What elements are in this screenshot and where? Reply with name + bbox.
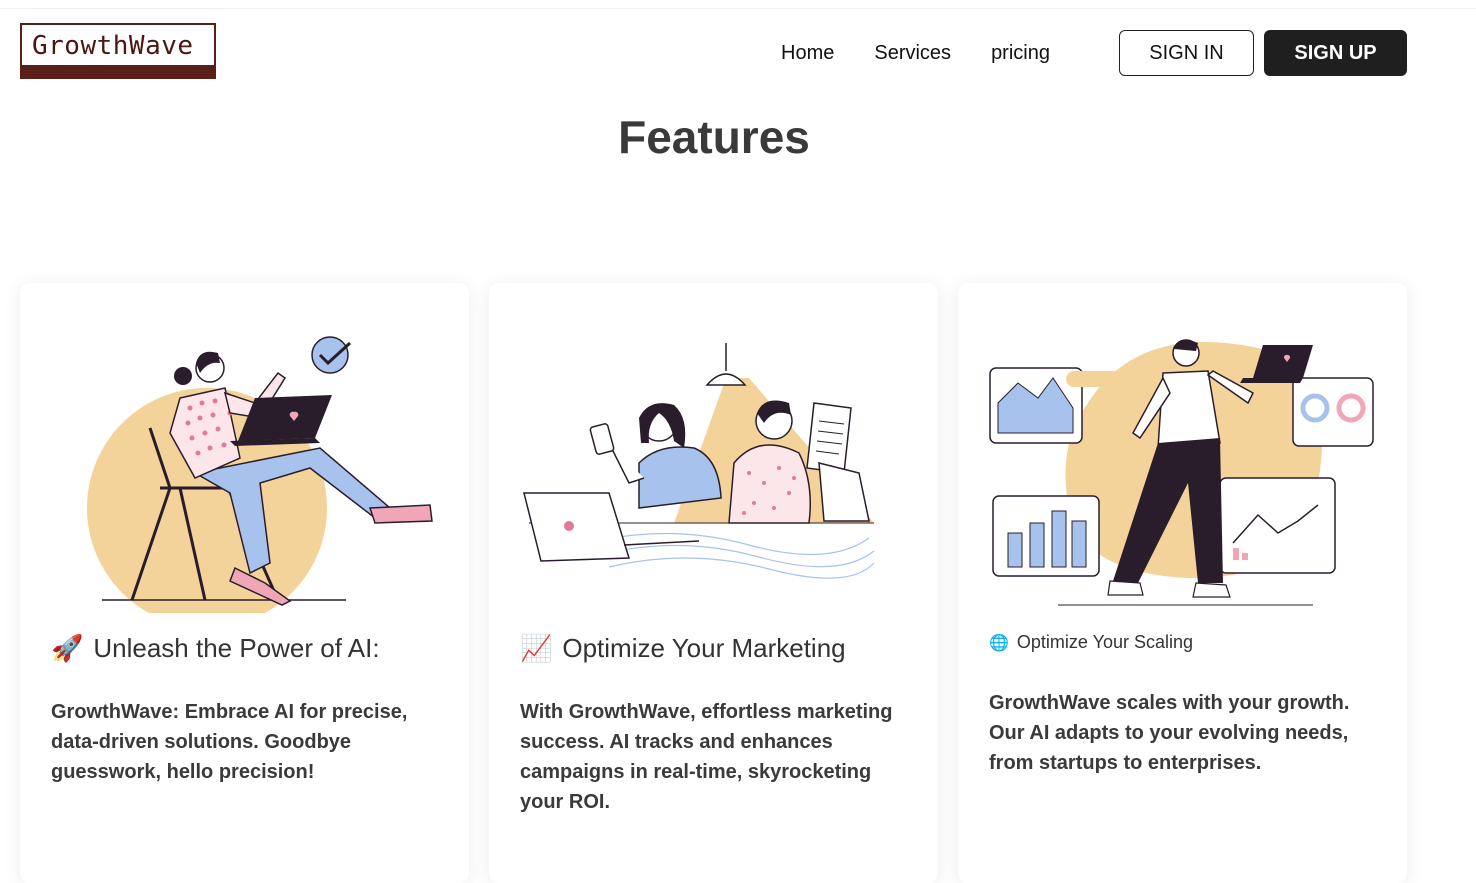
logo-bar xyxy=(22,65,214,77)
illustration-team-working xyxy=(523,343,875,579)
page-title: Features xyxy=(618,111,810,163)
card-title: Optimize Your Marketing xyxy=(562,633,846,663)
card-title-row: 📈 Optimize Your Marketing xyxy=(520,633,846,664)
card-title: Optimize Your Scaling xyxy=(1016,632,1194,652)
nav-home-link[interactable]: Home xyxy=(781,42,834,65)
sign-up-button[interactable]: SIGN UP xyxy=(1264,30,1407,76)
nav-services-link[interactable]: Services xyxy=(874,42,951,65)
card-description: GrowthWave scales with your growth. Our … xyxy=(989,692,1350,774)
feature-card-scaling: 🌐 Optimize Your Scaling GrowthWave scale… xyxy=(958,283,1407,883)
card-title: Unleash the Power of AI: xyxy=(93,633,380,663)
brand-name: GrowthWave xyxy=(32,31,194,61)
brand-logo[interactable]: GrowthWave xyxy=(20,23,216,79)
top-divider xyxy=(0,8,1476,9)
globe-icon: 🌐 xyxy=(989,634,1009,652)
nav-pricing-link[interactable]: pricing xyxy=(991,42,1050,65)
card-title-row: 🌐 Optimize Your Scaling xyxy=(989,632,1193,653)
sign-in-button[interactable]: SIGN IN xyxy=(1119,30,1254,76)
feature-card-ai: 🚀 Unleash the Power of AI: GrowthWave: E… xyxy=(20,283,469,883)
feature-card-marketing: 📈 Optimize Your Marketing With GrowthWav… xyxy=(489,283,938,883)
main-nav: Home Services pricing xyxy=(781,30,1090,76)
card-description: With GrowthWave, effortless marketing su… xyxy=(520,701,893,813)
chart-increasing-icon: 📈 xyxy=(520,633,553,663)
illustration-woman-laptop xyxy=(87,336,433,613)
card-title-row: 🚀 Unleash the Power of AI: xyxy=(51,633,380,664)
rocket-icon: 🚀 xyxy=(51,633,84,663)
illustration-man-dashboards xyxy=(989,339,1374,606)
card-description: GrowthWave: Embrace AI for precise, data… xyxy=(51,701,408,783)
